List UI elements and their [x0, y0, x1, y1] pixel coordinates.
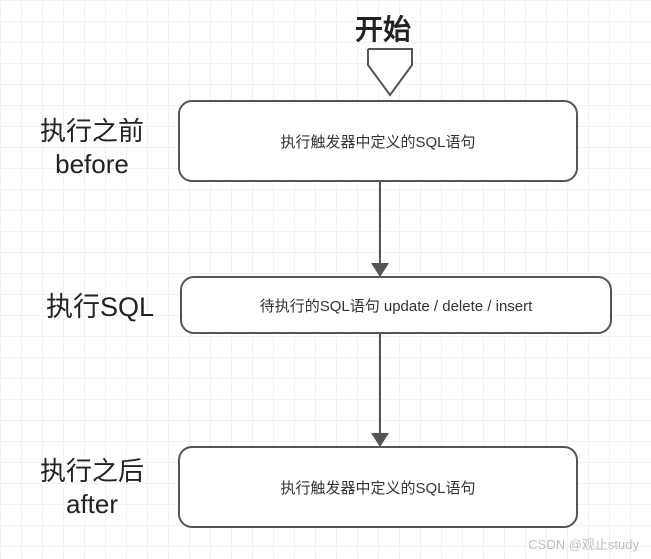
arrowhead-2-icon	[371, 433, 389, 447]
node-after-text: 执行触发器中定义的SQL语句	[280, 477, 475, 498]
diagram-canvas: 开始 执行之前 before 执行SQL 执行之后 after 执行触发器中定义…	[0, 0, 651, 559]
node-exec: 待执行的SQL语句 update / delete / insert	[180, 276, 612, 334]
side-label-after-line1: 执行之后	[22, 455, 162, 488]
side-label-after-line2: after	[22, 488, 162, 521]
node-exec-text: 待执行的SQL语句 update / delete / insert	[260, 295, 533, 316]
side-label-after: 执行之后 after	[22, 455, 162, 520]
side-label-before-line2: before	[22, 148, 162, 181]
side-label-before-line1: 执行之前	[22, 115, 162, 148]
connector-1	[379, 182, 381, 276]
node-before: 执行触发器中定义的SQL语句	[178, 100, 578, 182]
side-label-exec-line1: 执行SQL	[30, 291, 170, 325]
connector-2	[379, 334, 381, 446]
side-label-before: 执行之前 before	[22, 115, 162, 180]
start-arrow-icon	[362, 45, 418, 101]
arrowhead-1-icon	[371, 263, 389, 277]
start-label: 开始	[355, 8, 411, 48]
watermark: CSDN @观止study	[528, 534, 639, 553]
side-label-exec: 执行SQL	[30, 291, 170, 325]
node-before-text: 执行触发器中定义的SQL语句	[280, 131, 475, 152]
node-after: 执行触发器中定义的SQL语句	[178, 446, 578, 528]
